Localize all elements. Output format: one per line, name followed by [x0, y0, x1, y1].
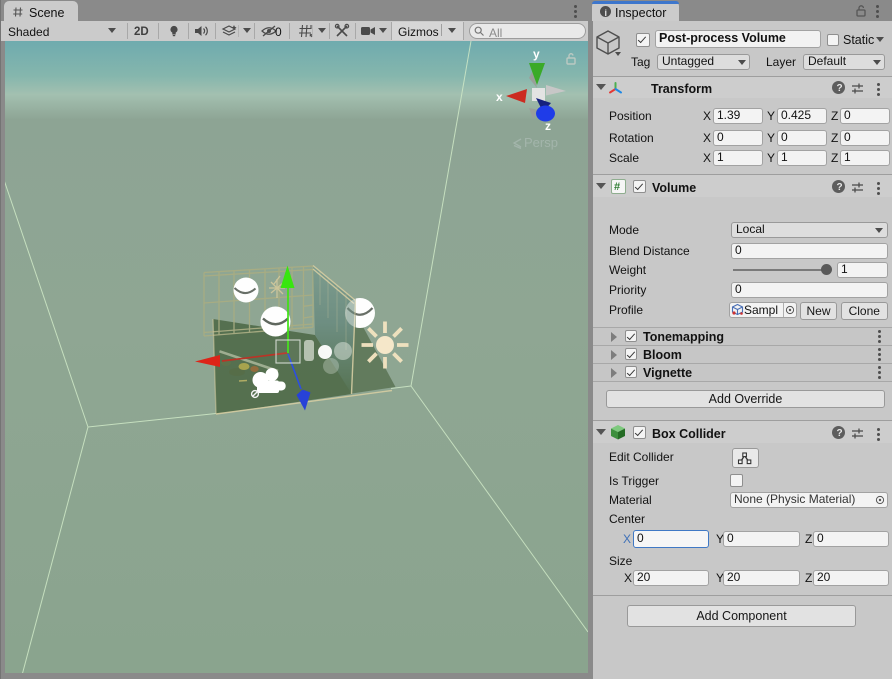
svg-text:x: x: [496, 90, 503, 104]
svg-text:y: y: [533, 47, 540, 61]
svg-text:Persp: Persp: [524, 135, 558, 150]
svg-text:z: z: [545, 119, 551, 133]
